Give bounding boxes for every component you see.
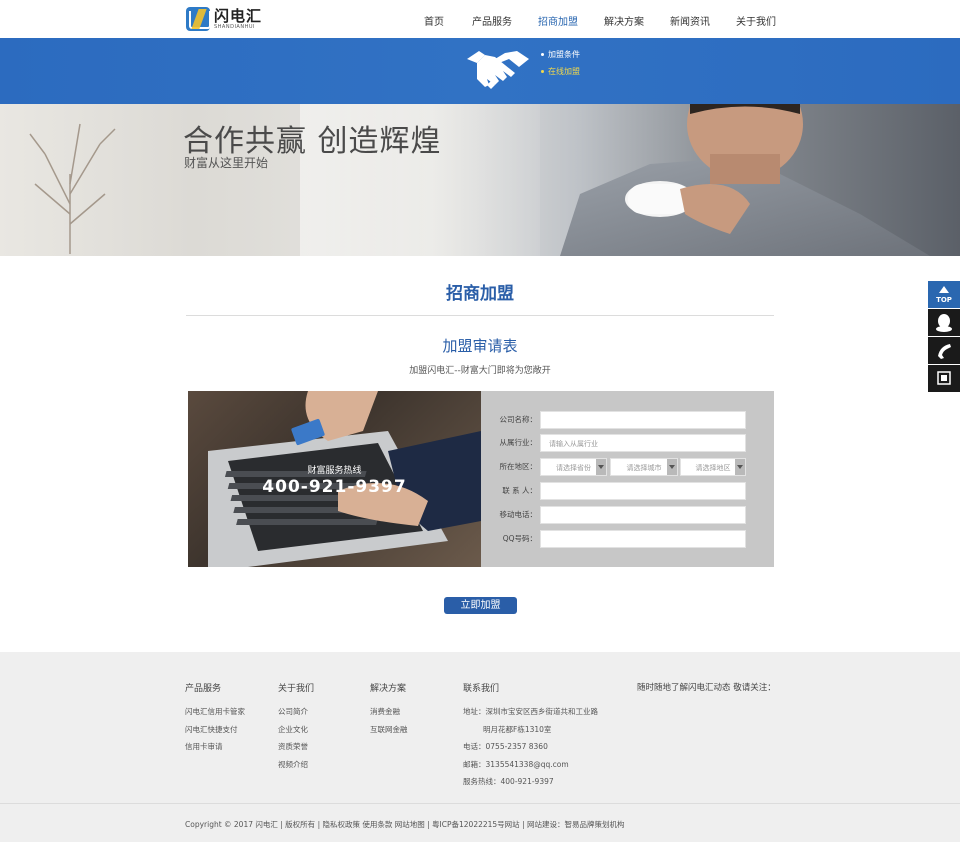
district-select-value: 请选择地区 [695,464,731,472]
contact-label: 联 系 人： [502,486,537,495]
site-logo[interactable]: 闪电汇 SHANDIANHUI [186,7,262,31]
footer-col-solutions: 解决方案 消费金融 互联网金融 [370,681,408,738]
form-fields-panel: 公司名称： 从属行业： 请输入从属行业 所在地区： 请选择省份 请选择城市 请选… [481,391,774,567]
back-to-top-button[interactable]: TOP [928,281,960,308]
businessman-image [560,104,930,256]
footer-col-about: 关于我们 公司简介 企业文化 资质荣誉 视频介绍 [278,681,314,773]
back-to-top-label: TOP [936,296,952,304]
form-subtitle: 加盟闪电汇--财富大门即将为您敞开 [409,366,551,376]
contact-input[interactable] [540,482,746,500]
nav-home[interactable]: 首页 [424,13,444,28]
footer-heading: 关于我们 [278,684,315,694]
footer-col-products: 产品服务 闪电汇信用卡管家 闪电汇快捷支付 信用卡审请 [185,681,245,756]
section-divider [186,315,774,316]
footer-link[interactable]: 公司简介 [278,703,314,721]
region-label: 所在地区： [499,462,538,471]
footer-col-contact: 联系我们 地址：深圳市宝安区西乡街道共和工业路 明月花都F栋1310室 电话：0… [463,681,598,791]
arrow-up-icon [939,286,949,293]
field-company: 公司名称： [481,411,774,429]
city-select-value: 请选择城市 [626,464,662,472]
contact-hotline: 服务热线：400-921-9397 [463,777,554,786]
company-input[interactable] [540,411,746,429]
footer-follow-text: 随时随地了解闪电汇动态 敬请关注： [637,683,776,693]
contact-phone: 电话：0755-2357 8360 [463,742,548,751]
logo-text: 闪电汇 SHANDIANHUI [214,8,262,30]
field-region: 所在地区： 请选择省份 请选择城市 请选择地区 [481,458,774,476]
nav-franchise[interactable]: 招商加盟 [538,13,578,28]
contact-email: 邮箱：3135541338@qq.com [463,759,569,769]
bullet-icon [541,70,544,73]
footer-link[interactable]: 资质荣誉 [278,738,314,756]
qq-icon [936,314,952,332]
footer-link[interactable]: 企业文化 [278,721,314,739]
submit-button[interactable]: 立即加盟 [444,597,517,614]
plant-image [29,123,116,254]
phone-icon [938,344,951,359]
nav-products[interactable]: 产品服务 [472,13,512,28]
application-form: 财富服务热线 400-921-9397 公司名称： 从属行业： 请输入从属行业 … [188,391,774,567]
field-qq: QQ号码： [481,530,774,548]
contact-address: 地址：深圳市宝安区西乡街道共和工业路 [463,707,598,716]
footer-link[interactable]: 视频介绍 [278,756,314,774]
industry-label: 从属行业： [499,438,538,447]
hotline-label: 财富服务热线 [307,466,362,476]
field-mobile: 移动电话： [481,506,774,524]
qrcode-icon [937,371,951,385]
nav-solutions[interactable]: 解决方案 [604,13,644,28]
chevron-down-icon [596,459,606,475]
floating-toolbar: TOP [928,281,960,393]
top-navigation-bar: 闪电汇 SHANDIANHUI 首页 产品服务 招商加盟 解决方案 新闻资讯 关… [0,0,960,38]
qq-button[interactable] [928,309,960,336]
footer-heading: 产品服务 [185,684,222,694]
hotline-number: 400-921-9397 [262,477,407,497]
chevron-down-icon [667,459,677,475]
subnav-band: 加盟条件 在线加盟 [0,38,960,104]
qrcode-button[interactable] [928,365,960,392]
field-industry: 从属行业： 请输入从属行业 [481,434,774,452]
district-select[interactable]: 请选择地区 [680,458,746,476]
subnav-online-apply-label: 在线加盟 [548,67,580,76]
footer-link[interactable]: 消费金融 [370,703,408,721]
hero-banner: 合作共赢 创造辉煌 财富从这里开始 [0,104,960,256]
province-select[interactable]: 请选择省份 [540,458,607,476]
subnav-online-apply[interactable]: 在线加盟 [541,63,580,80]
qq-input[interactable] [540,530,746,548]
footer-link[interactable]: 信用卡审请 [185,738,245,756]
footer-heading: 解决方案 [370,684,407,694]
laptop-photo: 财富服务热线 400-921-9397 [188,391,481,567]
subnav-conditions[interactable]: 加盟条件 [541,46,580,63]
field-contact: 联 系 人： [481,482,774,500]
footer-divider [0,803,960,804]
subnav-links: 加盟条件 在线加盟 [541,46,580,80]
footer-link[interactable]: 闪电汇信用卡管家 [185,703,245,721]
qq-label: QQ号码： [502,534,537,543]
province-select-value: 请选择省份 [556,464,591,472]
logo-name: 闪电汇 [214,7,263,25]
contact-address-line2: 明月花都F栋1310室 [483,724,552,734]
site-footer: 产品服务 闪电汇信用卡管家 闪电汇快捷支付 信用卡审请 关于我们 公司简介 企业… [0,652,960,842]
mobile-label: 移动电话： [499,510,538,519]
city-select[interactable]: 请选择城市 [610,458,678,476]
footer-link[interactable]: 闪电汇快捷支付 [185,721,245,739]
nav-news[interactable]: 新闻资讯 [670,13,710,28]
chevron-down-icon [735,459,745,475]
form-title: 加盟审请表 [442,337,518,355]
footer-link[interactable]: 互联网金融 [370,721,408,739]
company-label: 公司名称： [499,415,538,424]
logo-name-en: SHANDIANHUI [214,24,255,30]
logo-icon [186,7,210,31]
mobile-input[interactable] [540,506,746,524]
industry-input[interactable]: 请输入从属行业 [540,434,746,452]
bullet-icon [541,53,544,56]
footer-heading: 联系我们 [463,684,500,694]
handshake-icon [467,51,529,89]
section-title: 招商加盟 [446,284,514,304]
phone-button[interactable] [928,337,960,364]
copyright-text: Copyright © 2017 闪电汇 | 版权所有 | 隐私权政策 使用条款… [185,820,625,829]
hero-subtitle: 财富从这里开始 [184,156,269,170]
subnav-conditions-label: 加盟条件 [548,50,580,59]
nav-about[interactable]: 关于我们 [736,13,776,28]
